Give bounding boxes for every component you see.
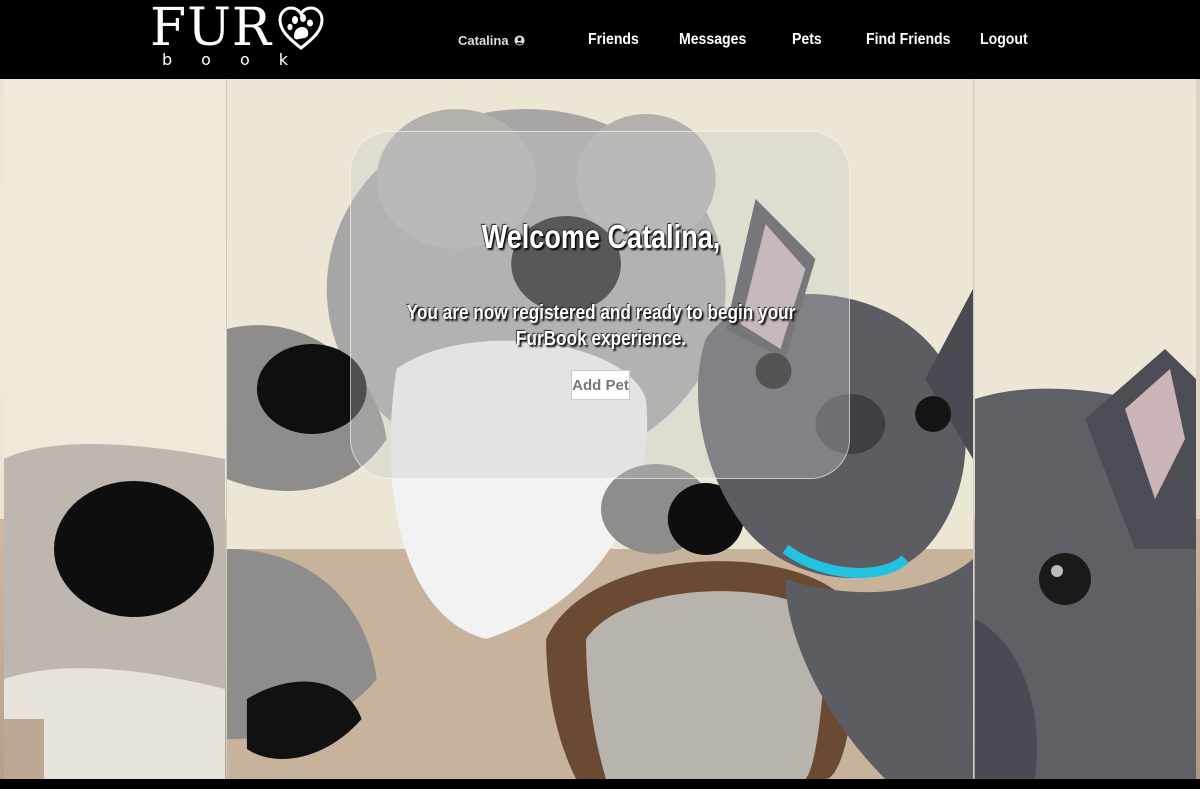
paw-heart-icon [278, 6, 324, 50]
user-circle-icon [514, 35, 525, 46]
user-name: Catalina [458, 33, 509, 48]
bottom-bar [0, 779, 1200, 789]
logo-fur-text: FUR [150, 0, 273, 58]
welcome-card: Welcome Catalina, You are now registered… [350, 131, 850, 479]
nav-messages[interactable]: Messages [679, 31, 746, 49]
left-photo-panel [4, 79, 225, 779]
nav-friends[interactable]: Friends [588, 31, 639, 49]
furbook-logo[interactable]: FUR book [150, 2, 324, 72]
current-user[interactable]: Catalina [458, 33, 525, 48]
right-photo-panel [975, 79, 1196, 779]
top-navbar: FUR book Catalina Friends Messages Pets … [0, 0, 1200, 79]
add-pet-button[interactable]: Add Pet [571, 370, 630, 400]
logo-book-text: book [162, 50, 317, 69]
welcome-heading: Welcome Catalina, [481, 218, 721, 255]
welcome-message: You are now registered and ready to begi… [406, 302, 796, 350]
nav-pets[interactable]: Pets [792, 31, 822, 49]
nav-find-friends[interactable]: Find Friends [866, 31, 950, 49]
nav-logout[interactable]: Logout [980, 31, 1028, 49]
